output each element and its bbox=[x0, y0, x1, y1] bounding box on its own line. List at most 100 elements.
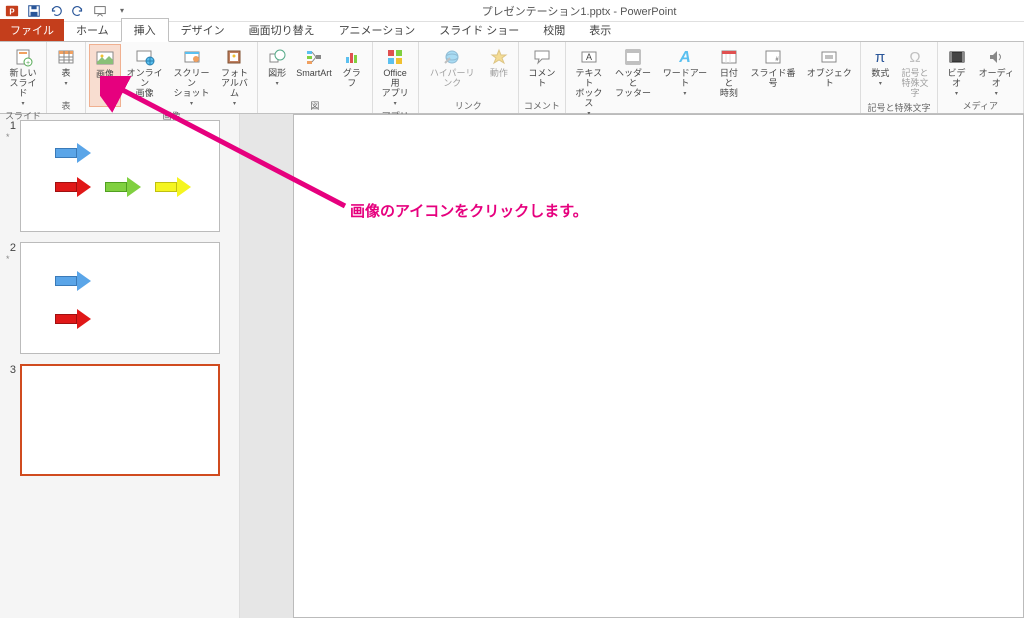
dropdown-icon: ▾ bbox=[879, 80, 882, 87]
textbox-button[interactable]: A テキスト ボックス ▾ bbox=[569, 44, 609, 117]
online-pictures-button[interactable]: オンライン 画像 bbox=[121, 44, 168, 107]
video-icon bbox=[947, 47, 967, 67]
comment-button[interactable]: コメント bbox=[522, 44, 562, 97]
dropdown-icon: ▾ bbox=[955, 90, 958, 97]
chart-button[interactable]: グラフ bbox=[335, 44, 369, 97]
group-label-links: リンク bbox=[455, 97, 482, 113]
dropdown-icon: ▾ bbox=[233, 100, 236, 107]
quick-access-toolbar: P ▾ bbox=[0, 3, 134, 19]
smartart-button[interactable]: SmartArt bbox=[293, 44, 335, 97]
dropdown-icon: ▾ bbox=[65, 80, 68, 87]
group-media: ビデオ ▾ オーディオ ▾ メディア bbox=[938, 42, 1024, 113]
slide-thumbnail[interactable] bbox=[20, 120, 220, 232]
group-tables: 表 ▾ 表 bbox=[47, 42, 86, 113]
group-links: ハイパーリンク 動作 リンク bbox=[419, 42, 519, 113]
dropdown-icon: ▾ bbox=[22, 100, 25, 107]
screenshot-button[interactable]: スクリーン ショット ▾ bbox=[168, 44, 215, 107]
symbol-button[interactable]: Ω 記号と 特殊文字 bbox=[896, 44, 933, 99]
apps-icon bbox=[385, 47, 405, 67]
tab-slideshow[interactable]: スライド ショー bbox=[427, 19, 531, 41]
annotation-text: 画像のアイコンをクリックします。 bbox=[350, 200, 588, 221]
slide-thumbnail-selected[interactable] bbox=[20, 364, 220, 476]
action-button[interactable]: 動作 bbox=[483, 44, 515, 97]
datetime-icon bbox=[719, 47, 739, 67]
undo-icon[interactable] bbox=[48, 3, 64, 19]
photo-album-button[interactable]: フォト アルバム ▾ bbox=[215, 44, 254, 107]
header-footer-button[interactable]: ヘッダーと フッター bbox=[609, 44, 657, 117]
dropdown-icon: ▾ bbox=[995, 90, 998, 97]
group-label-tables: 表 bbox=[62, 97, 71, 113]
svg-text:+: + bbox=[26, 60, 30, 67]
equation-button[interactable]: π 数式 ▾ bbox=[864, 44, 896, 99]
insert-picture-button[interactable]: 画像 bbox=[89, 44, 121, 107]
table-icon bbox=[56, 47, 76, 67]
tab-view[interactable]: 表示 bbox=[577, 19, 623, 41]
new-slide-icon: + bbox=[13, 47, 33, 67]
app-icon: P bbox=[4, 3, 20, 19]
dropdown-icon: ▾ bbox=[683, 90, 686, 97]
video-button[interactable]: ビデオ ▾ bbox=[941, 44, 973, 97]
dropdown-icon: ▾ bbox=[190, 100, 193, 107]
tab-home[interactable]: ホーム bbox=[64, 19, 121, 41]
shapes-icon bbox=[267, 47, 287, 67]
svg-text:A: A bbox=[678, 49, 691, 66]
tab-file[interactable]: ファイル bbox=[0, 19, 64, 41]
textbox-icon: A bbox=[579, 47, 599, 67]
shapes-button[interactable]: 図形 ▾ bbox=[261, 44, 293, 97]
table-button[interactable]: 表 ▾ bbox=[50, 44, 82, 97]
datetime-button[interactable]: 日付と 時刻 bbox=[713, 44, 745, 117]
svg-text:π: π bbox=[875, 49, 885, 66]
group-images: 画像 オンライン 画像 スクリーン ショット ▾ フォト アルバム ▾ 画像 bbox=[86, 42, 258, 113]
photo-album-icon bbox=[224, 47, 244, 67]
thumbnail-item[interactable]: 2 * bbox=[0, 240, 239, 362]
dropdown-icon: ▾ bbox=[394, 100, 397, 107]
screenshot-icon bbox=[182, 47, 202, 67]
new-slide-button[interactable]: + 新しい スライド ▾ bbox=[3, 44, 43, 107]
ribbon-tabs: ファイル ホーム 挿入 デザイン 画面切り替え アニメーション スライド ショー… bbox=[0, 22, 1024, 42]
redo-icon[interactable] bbox=[70, 3, 86, 19]
animation-indicator-icon: * bbox=[6, 132, 20, 142]
svg-text:P: P bbox=[9, 7, 14, 16]
thumbnail-item[interactable]: 1 * bbox=[0, 118, 239, 240]
symbol-icon: Ω bbox=[905, 47, 925, 67]
slideshow-from-start-icon[interactable] bbox=[92, 3, 108, 19]
hyperlink-button[interactable]: ハイパーリンク bbox=[422, 44, 483, 97]
save-icon[interactable] bbox=[26, 3, 42, 19]
tab-transitions[interactable]: 画面切り替え bbox=[237, 19, 327, 41]
group-illustrations: 図形 ▾ SmartArt グラフ 図 bbox=[258, 42, 373, 113]
window-title: プレゼンテーション1.pptx - PowerPoint bbox=[134, 3, 1024, 19]
thumbnail-number: 2 bbox=[6, 242, 20, 254]
chart-icon bbox=[342, 47, 362, 67]
ribbon: + 新しい スライド ▾ スライド 表 ▾ 表 画像 オンライン 画像 bbox=[0, 42, 1024, 114]
smartart-icon bbox=[304, 47, 324, 67]
wordart-icon: A bbox=[675, 47, 695, 67]
comment-icon bbox=[532, 47, 552, 67]
slide-number-button[interactable]: # スライド番号 bbox=[745, 44, 801, 117]
office-apps-button[interactable]: Office 用 アプリ ▾ bbox=[376, 44, 415, 107]
audio-button[interactable]: オーディオ ▾ bbox=[973, 44, 1020, 97]
thumbnail-item[interactable]: 3 bbox=[0, 362, 239, 484]
wordart-button[interactable]: A ワードアート ▾ bbox=[657, 44, 713, 117]
group-comments: コメント コメント bbox=[519, 42, 566, 113]
tab-insert[interactable]: 挿入 bbox=[121, 18, 169, 42]
animation-indicator-icon: * bbox=[6, 254, 20, 264]
slide-thumbnail[interactable] bbox=[20, 242, 220, 354]
picture-icon bbox=[95, 48, 115, 68]
dropdown-icon: ▾ bbox=[276, 80, 279, 87]
group-apps: Office 用 アプリ ▾ アプリ bbox=[373, 42, 419, 113]
tab-review[interactable]: 校閲 bbox=[531, 19, 577, 41]
group-text: A テキスト ボックス ▾ ヘッダーと フッター A ワードアート ▾ 日付と … bbox=[566, 42, 862, 113]
action-icon bbox=[489, 47, 509, 67]
current-slide[interactable] bbox=[293, 114, 1024, 618]
svg-text:A: A bbox=[586, 52, 592, 62]
group-label-symbols: 記号と特殊文字 bbox=[867, 99, 930, 115]
online-pictures-icon bbox=[135, 47, 155, 67]
thumbnail-number: 3 bbox=[6, 364, 20, 376]
tab-animations[interactable]: アニメーション bbox=[327, 19, 428, 41]
main-area: 1 * 2 * 3 bbox=[0, 114, 1024, 618]
audio-icon bbox=[986, 47, 1006, 67]
header-footer-icon bbox=[623, 47, 643, 67]
qat-customize-icon[interactable]: ▾ bbox=[114, 3, 130, 19]
tab-design[interactable]: デザイン bbox=[169, 19, 237, 41]
object-button[interactable]: オブジェクト bbox=[801, 44, 857, 117]
